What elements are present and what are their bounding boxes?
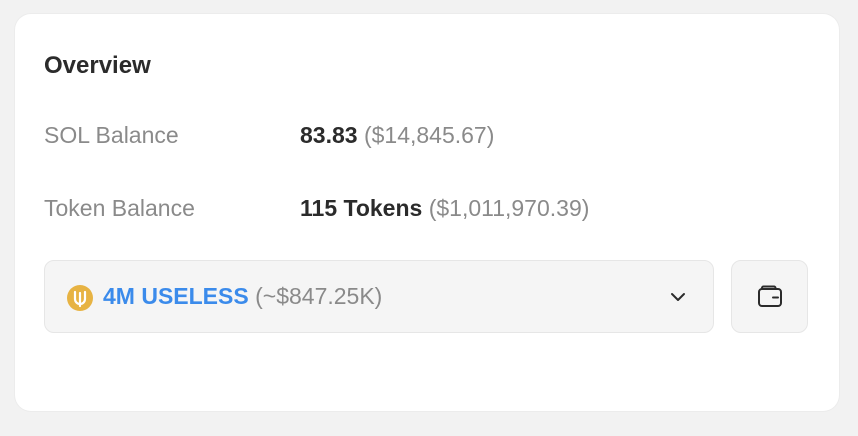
useless-token-icon: [67, 285, 93, 311]
overview-title: Overview: [44, 52, 151, 79]
wallet-button[interactable]: [731, 260, 808, 333]
token-balance-usd: ($1,011,970.39): [428, 195, 590, 221]
sol-balance-usd: ($14,845.67): [363, 122, 495, 148]
overview-card: Overview SOL Balance 83.83 ($14,845.67) …: [15, 14, 839, 411]
sol-balance-label: SOL Balance: [44, 122, 179, 148]
token-selector-amount: 4M USELESS: [103, 283, 249, 309]
token-selector-text: 4M USELESS (~$847.25K): [103, 283, 382, 310]
sol-balance-amount: 83.83: [300, 122, 358, 148]
wallet-icon: [758, 285, 782, 307]
sol-balance-value: 83.83 ($14,845.67): [300, 122, 494, 149]
token-balance-value: 115 Tokens ($1,011,970.39): [300, 195, 589, 222]
token-balance-amount: 115 Tokens: [300, 195, 423, 221]
token-balance-label: Token Balance: [44, 195, 195, 221]
token-selector-usd: (~$847.25K): [255, 283, 383, 309]
token-selector-dropdown[interactable]: 4M USELESS (~$847.25K): [44, 260, 714, 333]
chevron-down-icon: [671, 293, 685, 301]
